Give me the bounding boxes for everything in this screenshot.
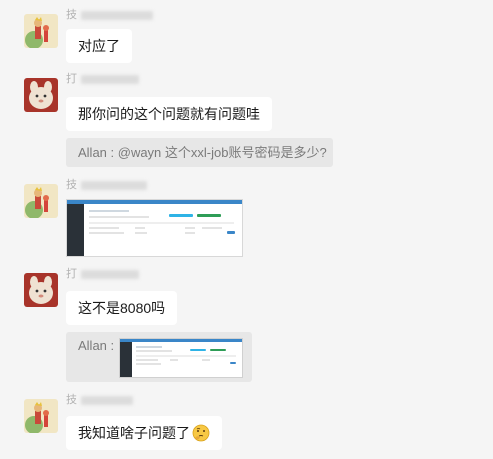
quoted-image-message[interactable]: Allan :	[66, 332, 252, 382]
quoted-text: Allan :	[78, 338, 115, 353]
sender-name: 技	[66, 393, 133, 407]
sender-name: 技	[66, 8, 153, 22]
sender-name-text: 打	[66, 268, 77, 280]
message-text: 那你问的这个问题就有问题哇	[78, 106, 260, 122]
sender-name: 打	[66, 72, 139, 86]
sender-name-text: 打	[66, 73, 77, 85]
quoted-screenshot-image[interactable]	[119, 338, 243, 378]
sender-name: 打	[66, 267, 139, 281]
sender-name-text: 技	[66, 9, 77, 21]
sender-name-text: 技	[66, 179, 77, 191]
cartoon-animal-avatar-icon[interactable]	[24, 273, 58, 307]
message-bubble[interactable]: 对应了	[66, 29, 132, 63]
little-prince-avatar-icon[interactable]	[24, 184, 58, 218]
quoted-message[interactable]: Allan : @wayn 这个xxl-job账号密码是多少?	[66, 138, 333, 167]
quoted-text: Allan : @wayn 这个xxl-job账号密码是多少?	[78, 145, 327, 160]
little-prince-avatar-icon[interactable]	[24, 14, 58, 48]
screenshot-image[interactable]	[66, 199, 243, 257]
little-prince-avatar-icon[interactable]	[24, 399, 58, 433]
message-bubble[interactable]: 那你问的这个问题就有问题哇	[66, 97, 272, 131]
sender-name: 技	[66, 178, 147, 192]
message-text: 我知道啥子问题了	[78, 425, 190, 441]
sender-name-text: 技	[66, 394, 77, 406]
message-text: 对应了	[78, 38, 120, 54]
cartoon-animal-avatar-icon[interactable]	[24, 78, 58, 112]
thinking-face-icon	[192, 424, 210, 442]
message-bubble[interactable]: 我知道啥子问题了	[66, 416, 222, 450]
message-text: 这不是8080吗	[78, 300, 166, 316]
message-bubble[interactable]: 这不是8080吗	[66, 291, 178, 325]
